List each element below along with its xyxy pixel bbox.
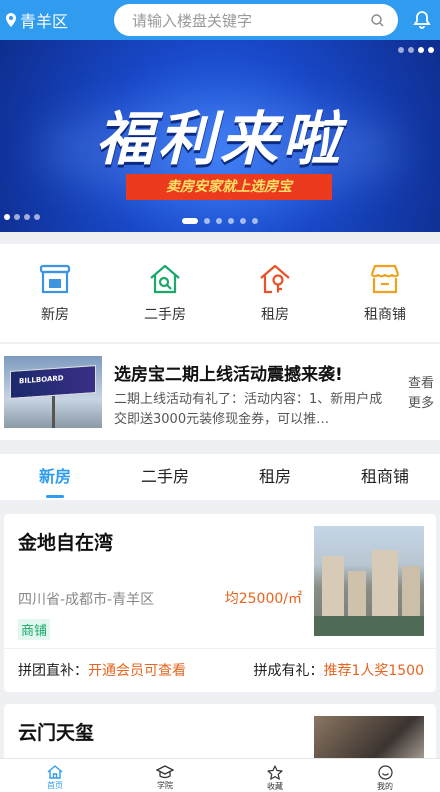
listing-name: 金地自在湾 bbox=[18, 532, 114, 554]
nav-label: 首页 bbox=[47, 781, 63, 790]
group-subsidy: 拼团直补：开通会员可查看 bbox=[18, 660, 186, 680]
category-second-hand[interactable]: 二手房 bbox=[110, 244, 220, 342]
tab-new-house[interactable]: 新房 bbox=[0, 454, 110, 500]
search-placeholder: 请输入楼盘关键字 bbox=[132, 11, 253, 30]
banner-title: 福利来啦 bbox=[95, 105, 344, 173]
category-rent[interactable]: 租房 bbox=[220, 244, 330, 342]
nav-profile[interactable]: 我的 bbox=[330, 759, 440, 792]
carousel-indicator[interactable] bbox=[182, 218, 258, 224]
category-label: 新房 bbox=[41, 307, 69, 323]
rent-house-icon bbox=[260, 264, 290, 294]
news-item[interactable]: BILLBOARD 选房宝二期上线活动震撼来袭! 二期上线活动有礼了：活动内容：… bbox=[0, 344, 440, 440]
listing-tag: 商铺 bbox=[18, 619, 51, 640]
promo-banner[interactable]: 福利来啦 卖房安家就上选房宝 bbox=[0, 40, 440, 232]
listing-photo bbox=[314, 526, 424, 636]
nav-label: 我的 bbox=[377, 782, 393, 791]
banner-subtitle: 卖房安家就上选房宝 bbox=[126, 174, 332, 200]
search-input[interactable]: 请输入楼盘关键字 bbox=[114, 4, 398, 36]
listing-tabs: 新房 二手房 租房 租商铺 bbox=[0, 454, 440, 500]
group-subsidy-label: 拼团直补： bbox=[18, 663, 88, 679]
news-thumbnail: BILLBOARD bbox=[4, 356, 102, 428]
bottom-navigation: 首页 学院 收藏 我的 bbox=[0, 758, 440, 792]
category-new-house[interactable]: 新房 bbox=[0, 244, 110, 342]
listing-name: 云门天玺 bbox=[18, 722, 95, 744]
tab-shop[interactable]: 租商铺 bbox=[330, 454, 440, 500]
tab-rent[interactable]: 租房 bbox=[220, 454, 330, 500]
listing-photo bbox=[314, 716, 424, 764]
banner-indicator-left bbox=[4, 214, 40, 220]
star-icon bbox=[267, 765, 283, 780]
news-title: 选房宝二期上线活动震撼来袭! bbox=[114, 365, 343, 385]
category-label: 租房 bbox=[261, 307, 289, 323]
nav-label: 学院 bbox=[157, 781, 173, 790]
banner-indicator-top bbox=[398, 47, 434, 53]
listing-address: 四川省-成都市-青羊区 bbox=[18, 592, 155, 608]
location-label: 青羊区 bbox=[20, 12, 69, 31]
listing-price: 均25000/㎡ bbox=[224, 591, 302, 607]
nav-label: 收藏 bbox=[267, 782, 283, 791]
listing-card[interactable]: 金地自在湾 四川省-成都市-青羊区 均25000/㎡ 商铺 拼团直补：开通会员可… bbox=[4, 514, 436, 692]
search-icon[interactable] bbox=[371, 13, 384, 27]
home-icon bbox=[47, 765, 63, 779]
card-divider bbox=[4, 648, 436, 649]
news-description: 二期上线活动有礼了：活动内容：1、新用户成交即送3000元装修现金券，可以推… bbox=[114, 392, 383, 427]
referral-reward: 拼成有礼：推荐1人奖1500 bbox=[253, 660, 424, 680]
smiley-icon bbox=[377, 765, 393, 780]
top-header: 青羊区 请输入楼盘关键字 bbox=[0, 0, 440, 40]
listing-card[interactable]: 云门天玺 bbox=[4, 704, 436, 764]
referral-reward-label: 拼成有礼： bbox=[253, 663, 324, 679]
category-label: 二手房 bbox=[144, 307, 186, 323]
nav-favorites[interactable]: 收藏 bbox=[220, 759, 330, 792]
category-label: 租商铺 bbox=[364, 307, 406, 323]
category-menu: 新房 二手房 租房 租商铺 bbox=[0, 244, 440, 342]
shop-icon bbox=[370, 264, 400, 294]
tab-second-hand[interactable]: 二手房 bbox=[110, 454, 220, 500]
new-house-icon bbox=[39, 264, 71, 294]
bell-icon[interactable] bbox=[412, 10, 432, 30]
category-shop[interactable]: 租商铺 bbox=[330, 244, 440, 342]
nav-home[interactable]: 首页 bbox=[0, 759, 110, 792]
location-selector[interactable]: 青羊区 bbox=[0, 8, 110, 32]
referral-reward-value: 推荐1人奖1500 bbox=[323, 663, 424, 679]
group-subsidy-value[interactable]: 开通会员可查看 bbox=[88, 663, 186, 679]
news-more-link[interactable]: 查看更多 bbox=[408, 374, 438, 414]
graduation-cap-icon bbox=[156, 765, 174, 779]
nav-academy[interactable]: 学院 bbox=[110, 759, 220, 792]
second-hand-house-icon bbox=[150, 264, 180, 294]
location-pin-icon bbox=[6, 13, 16, 27]
